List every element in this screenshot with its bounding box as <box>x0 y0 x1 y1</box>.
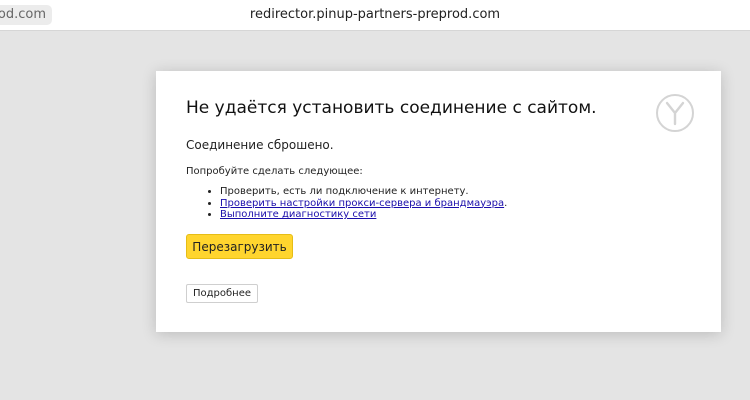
suggestion-check-internet: Проверить, есть ли подключение к интерне… <box>220 186 507 198</box>
suggestion-suffix: . <box>504 197 508 209</box>
details-button[interactable]: Подробнее <box>186 284 258 303</box>
suggestion-text: Проверить, есть ли подключение к интерне… <box>220 186 469 197</box>
page-domain-title: redirector.pinup-partners-preprod.com <box>249 7 501 22</box>
network-diagnostics-link[interactable]: Выполните диагностику сети <box>220 209 376 220</box>
error-card: Не удаётся установить соединение с сайто… <box>156 71 721 332</box>
suggestion-check-proxy: Проверить настройки прокси-сервера и бра… <box>220 198 507 210</box>
suggestions-list: Проверить, есть ли подключение к интерне… <box>186 186 507 221</box>
proxy-settings-link[interactable]: Проверить настройки прокси-сервера и бра… <box>220 198 504 209</box>
error-heading: Не удаётся установить соединение с сайто… <box>186 98 597 118</box>
reload-button[interactable]: Перезагрузить <box>186 234 293 259</box>
error-status: Соединение сброшено. <box>186 138 334 152</box>
browser-top-bar: rod.com redirector.pinup-partners-prepro… <box>0 0 750 31</box>
yandex-browser-logo-icon <box>656 94 694 132</box>
suggestion-network-diagnostics: Выполните диагностику сети <box>220 209 507 221</box>
suggestions-intro: Попробуйте сделать следующее: <box>186 166 363 177</box>
